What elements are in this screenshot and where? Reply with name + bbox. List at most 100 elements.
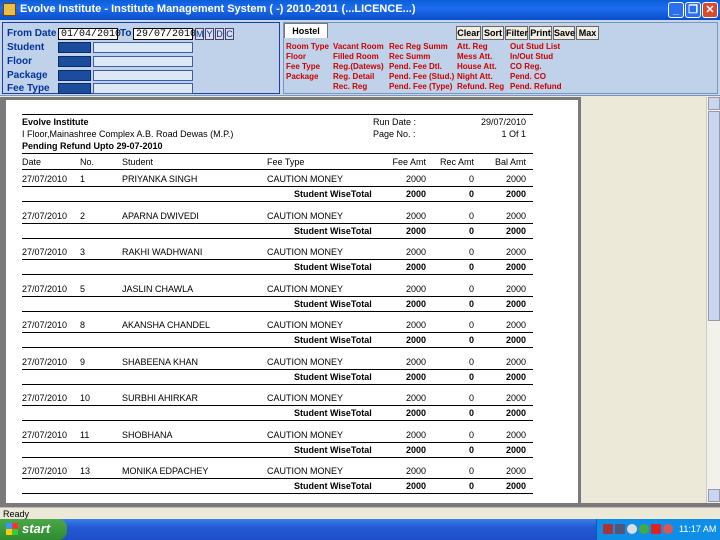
student-name-field[interactable] — [93, 42, 193, 53]
report-link[interactable]: Room Type — [286, 42, 329, 51]
report-link[interactable]: CO Reg. — [510, 62, 542, 71]
filter-button[interactable]: Filter — [505, 26, 528, 40]
report-link[interactable]: Pend. CO — [510, 72, 546, 81]
row-no: 10 — [80, 393, 91, 403]
report-link[interactable]: Floor — [286, 52, 306, 61]
col-no: No. — [80, 157, 95, 167]
report-link[interactable]: Pend. Fee (Stud.) — [389, 72, 454, 81]
subtotal-divider — [22, 347, 533, 348]
subtotal-divider — [22, 311, 533, 312]
subtotal-label: Student WiseTotal — [294, 335, 372, 345]
subtotal-divider — [22, 457, 533, 458]
row-bal-amt: 2000 — [505, 393, 526, 403]
run-date-value: 29/07/2010 — [480, 117, 526, 127]
sort-button[interactable]: Sort — [482, 26, 504, 40]
report-link[interactable]: Mess Att. — [457, 52, 492, 61]
tab-hostel[interactable]: Hostel — [284, 23, 328, 38]
report-link[interactable]: Filled Room — [333, 52, 379, 61]
row-rec-amt: 0 — [468, 393, 474, 403]
report-link[interactable]: Pend. Refund — [510, 82, 562, 91]
report-link[interactable]: Reg.(Datews) — [333, 62, 384, 71]
floor-name-field[interactable] — [93, 56, 193, 67]
report-link[interactable]: Att. Reg — [457, 42, 488, 51]
row-no: 9 — [80, 357, 86, 367]
save-button[interactable]: Save — [553, 26, 575, 40]
report-link[interactable]: Rec Summ — [389, 52, 430, 61]
subtotal-bal-amt: 2000 — [505, 481, 526, 491]
report-link[interactable]: Rec Reg Summ — [389, 42, 448, 51]
scroll-thumb[interactable] — [708, 111, 720, 321]
row-rec-amt: 0 — [468, 284, 474, 294]
status-bar: Ready — [0, 507, 720, 519]
report-link[interactable]: Pend. Fee Dtl. — [389, 62, 442, 71]
subtotal-fee-amt: 2000 — [405, 299, 426, 309]
row-student: MONIKA EDPACHEY — [122, 466, 209, 476]
from-date-input[interactable]: 01/04/2010 — [58, 28, 121, 40]
row-divider — [22, 223, 533, 224]
package-label: Package — [7, 70, 48, 81]
minimize-button[interactable]: _ — [668, 2, 684, 18]
tray-app-icon[interactable] — [603, 524, 613, 534]
row-rec-amt: 0 — [468, 430, 474, 440]
network-icon[interactable] — [615, 524, 625, 534]
report-link[interactable]: House Att. — [457, 62, 497, 71]
subtotal-bal-amt: 2000 — [505, 445, 526, 455]
start-label: start — [22, 521, 51, 536]
subtotal-label: Student WiseTotal — [294, 372, 372, 382]
hostel-menu: Hostel Clear Sort Filter Print Save Max … — [283, 22, 718, 94]
student-code-field[interactable] — [58, 42, 91, 53]
report-link[interactable]: Fee Type — [286, 62, 320, 71]
report-link[interactable]: Night Att. — [457, 72, 493, 81]
month-button[interactable]: M — [195, 28, 204, 40]
report-link[interactable]: Vacant Room — [333, 42, 384, 51]
subtotal-rec-amt: 0 — [468, 262, 474, 272]
floor-code-field[interactable] — [58, 56, 91, 67]
report-page: Evolve Institute I Floor,Mainashree Comp… — [6, 100, 578, 503]
row-rec-amt: 0 — [468, 174, 474, 184]
close-button[interactable]: ✕ — [702, 2, 718, 18]
year-button[interactable]: Y — [205, 28, 214, 40]
vertical-scrollbar[interactable] — [706, 97, 720, 503]
shield-icon[interactable] — [639, 524, 649, 534]
print-button[interactable]: Print — [529, 26, 552, 40]
scroll-up-icon[interactable] — [708, 97, 720, 110]
maximize-button[interactable]: ❐ — [685, 2, 701, 18]
package-code-field[interactable] — [58, 70, 91, 81]
max-button[interactable]: Max — [576, 26, 599, 40]
subtotal-rec-amt: 0 — [468, 189, 474, 199]
subtotal-bal-amt: 2000 — [505, 408, 526, 418]
report-link[interactable]: Rec. Reg — [333, 82, 367, 91]
update-icon[interactable] — [663, 524, 673, 534]
subtotal-label: Student WiseTotal — [294, 481, 372, 491]
row-no: 5 — [80, 284, 86, 294]
divider — [22, 114, 533, 115]
clear-button[interactable]: Clear — [456, 26, 481, 40]
report-link[interactable]: Reg. Detail — [333, 72, 374, 81]
scroll-down-icon[interactable] — [708, 489, 720, 502]
report-link[interactable]: Pend. Fee (Type) — [389, 82, 452, 91]
subtotal-bal-amt: 2000 — [505, 262, 526, 272]
row-fee-amt: 2000 — [405, 320, 426, 330]
report-link[interactable]: Out Stud List — [510, 42, 560, 51]
clear-date-button[interactable]: C — [225, 28, 234, 40]
filter-panel: From Date 01/04/2010 To 29/07/2010 M Y D… — [0, 20, 720, 96]
row-bal-amt: 2000 — [505, 430, 526, 440]
row-rec-amt: 0 — [468, 466, 474, 476]
row-divider — [22, 186, 533, 187]
day-button[interactable]: D — [215, 28, 224, 40]
fee-type-code-field[interactable] — [58, 83, 91, 94]
antivirus-icon[interactable] — [651, 524, 661, 534]
to-date-input[interactable]: 29/07/2010 — [133, 28, 196, 40]
row-divider — [22, 405, 533, 406]
report-link[interactable]: In/Out Stud — [510, 52, 553, 61]
row-bal-amt: 2000 — [505, 284, 526, 294]
report-link[interactable]: Package — [286, 72, 318, 81]
report-link[interactable]: Refund. Reg — [457, 82, 504, 91]
subtotal-divider — [22, 201, 533, 202]
subtotal-bal-amt: 2000 — [505, 299, 526, 309]
start-button[interactable]: start — [0, 519, 67, 540]
package-name-field[interactable] — [93, 70, 193, 81]
volume-icon[interactable] — [627, 524, 637, 534]
fee-type-name-field[interactable] — [93, 83, 193, 94]
col-fee-type: Fee Type — [267, 157, 305, 167]
